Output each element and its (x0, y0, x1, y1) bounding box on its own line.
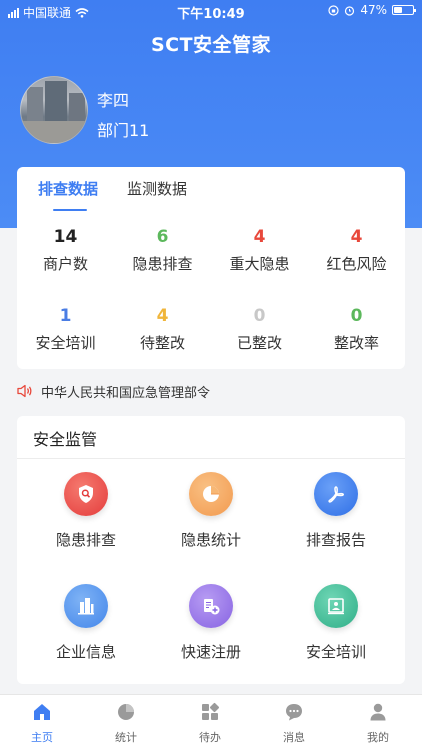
stat-rectification-rate[interactable]: 0 整改率 (308, 306, 405, 353)
stat-rectified[interactable]: 0 已整改 (211, 306, 308, 353)
stat-label: 已整改 (236, 334, 282, 352)
stat-red-risk[interactable]: 4 红色风险 (308, 227, 405, 274)
hazard-inspection-button[interactable]: 隐患排查 (26, 472, 146, 550)
shield-search-icon (64, 472, 108, 516)
pdf-icon (314, 472, 358, 516)
tab-inspection-data[interactable]: 排查数据 (38, 178, 98, 199)
stats-tabs: 排查数据 监测数据 (17, 167, 405, 211)
pie-chart-icon (96, 701, 156, 723)
service-label: 隐患排查 (55, 531, 116, 549)
stat-value: 0 (253, 306, 266, 326)
service-label: 排查报告 (305, 531, 366, 549)
notice-text: 中华人民共和国应急管理部令 (41, 385, 211, 401)
section-divider (17, 458, 405, 459)
service-label: 隐患统计 (180, 531, 241, 549)
rotation-lock-icon (328, 4, 339, 16)
tab-profile[interactable]: 我的 (348, 701, 408, 745)
pie-chart-icon (189, 472, 233, 516)
stat-value: 1 (59, 306, 72, 326)
bottom-tab-bar: 主页 统计 待办 消息 我的 (0, 694, 422, 750)
tab-label: 消息 (283, 731, 305, 744)
tab-label: 主页 (31, 731, 53, 744)
alarm-icon (345, 5, 355, 16)
service-label: 快速注册 (180, 643, 241, 661)
tab-messages[interactable]: 消息 (264, 701, 324, 745)
tab-label: 统计 (115, 731, 137, 744)
battery-level-fill (394, 7, 403, 13)
stat-pending-rectification[interactable]: 4 待整改 (114, 306, 211, 353)
app-title: SCT安全管家 (150, 34, 272, 56)
quick-register-button[interactable]: 快速注册 (151, 584, 271, 662)
tab-monitoring-data[interactable]: 监测数据 (127, 178, 187, 199)
stat-label: 待整改 (139, 334, 185, 352)
building-icon (64, 584, 108, 628)
stat-label: 红色风险 (326, 255, 387, 273)
stat-value: 4 (253, 227, 266, 247)
user-department: 部门11 (97, 121, 150, 140)
stat-label: 商户数 (42, 255, 88, 273)
stat-value: 4 (350, 227, 363, 247)
stat-value: 14 (53, 227, 78, 247)
grid-icon (180, 701, 240, 723)
tab-todo[interactable]: 待办 (180, 701, 240, 745)
speaker-icon (17, 384, 32, 398)
hazard-statistics-button[interactable]: 隐患统计 (151, 472, 271, 550)
stat-hazard-inspection[interactable]: 6 隐患排查 (114, 227, 211, 274)
stat-label: 安全培训 (35, 334, 96, 352)
stat-merchants[interactable]: 14 商户数 (17, 227, 114, 274)
battery-icon (392, 5, 416, 15)
stat-safety-training[interactable]: 1 安全培训 (17, 306, 114, 353)
stat-value: 6 (156, 227, 169, 247)
inspection-report-button[interactable]: 排查报告 (276, 472, 396, 550)
tab-label: 我的 (367, 731, 389, 744)
active-tab-indicator (53, 209, 87, 211)
tab-home[interactable]: 主页 (12, 701, 72, 745)
register-icon (189, 584, 233, 628)
battery-percent: 47% (360, 3, 387, 17)
service-label: 安全培训 (305, 643, 366, 661)
stat-label: 重大隐患 (229, 255, 290, 273)
stat-value: 0 (350, 306, 363, 326)
stat-label: 隐患排查 (132, 255, 193, 273)
home-icon (12, 701, 72, 723)
status-right: 47% (328, 3, 416, 17)
safety-supervision-card: 安全监管 隐患排查 隐患统计 排查报告 企业信息 快速注册 安全培训 (17, 416, 405, 684)
chat-icon (264, 701, 324, 723)
stat-value: 4 (156, 306, 169, 326)
tab-label: 待办 (199, 731, 221, 744)
avatar[interactable] (20, 76, 88, 144)
notice-bar[interactable]: 中华人民共和国应急管理部令 (17, 381, 210, 401)
stat-label: 整改率 (333, 334, 379, 352)
section-title: 安全监管 (33, 430, 98, 449)
status-bar: 中国联通 下午10:49 47% (0, 0, 422, 22)
tab-statistics[interactable]: 统计 (96, 701, 156, 745)
training-icon (314, 584, 358, 628)
safety-training-button[interactable]: 安全培训 (276, 584, 396, 662)
enterprise-info-button[interactable]: 企业信息 (26, 584, 146, 662)
stats-card: 排查数据 监测数据 14 商户数 6 隐患排查 4 重大隐患 4 红色风险 1 … (17, 167, 405, 369)
user-icon (348, 701, 408, 723)
service-label: 企业信息 (55, 643, 116, 661)
stat-major-hazards[interactable]: 4 重大隐患 (211, 227, 308, 274)
user-name: 李四 (97, 91, 130, 110)
